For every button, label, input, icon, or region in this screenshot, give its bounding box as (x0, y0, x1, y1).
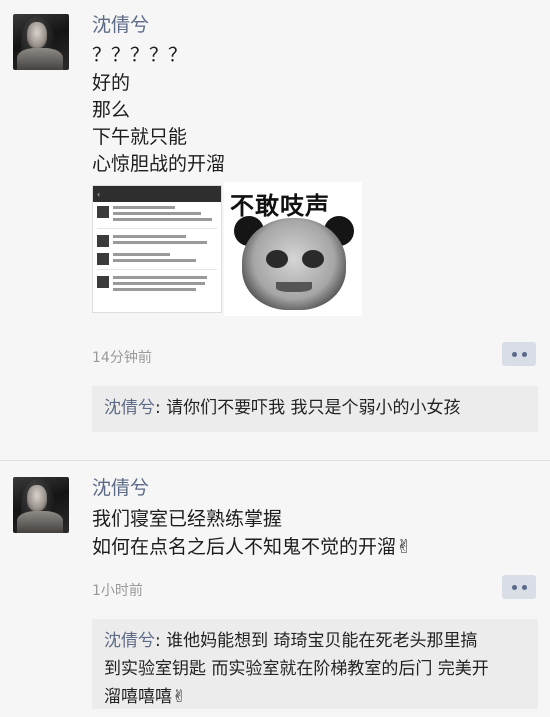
more-dots-icon[interactable] (502, 575, 536, 599)
comment-author[interactable]: 沈倩兮 (104, 398, 155, 418)
post-text-line: 下午就只能 (92, 126, 188, 148)
post-text-line: 好的 (92, 72, 131, 94)
moment-post: 沈倩兮 我们寝室已经熟练掌握 如何在点名之后人不知鬼不觉的开溜✌ 1小时前 沈倩… (0, 460, 550, 717)
post-image-screenshot[interactable]: ‹ (92, 185, 222, 313)
post-timestamp: 1小时前 (92, 583, 143, 599)
comment-author[interactable]: 沈倩兮 (104, 631, 155, 651)
comment-text: 谁他妈能想到 琦琦宝贝能在死老头那里搞 (166, 631, 478, 651)
post-text-line: 心惊胆战的开溜 (92, 153, 226, 175)
post-author-name[interactable]: 沈倩兮 (92, 473, 149, 500)
more-dots-icon[interactable] (502, 342, 536, 366)
comment-text: 到实验室钥匙 而实验室就在阶梯教室的后门 完美开 (104, 659, 489, 679)
post-author-name[interactable]: 沈倩兮 (92, 10, 149, 37)
comment-separator: : (155, 398, 167, 418)
post-image-panda-meme[interactable]: 不敢吱声 (224, 182, 362, 316)
comment-text: 请你们不要吓我 我只是个弱小的小女孩 (166, 398, 461, 418)
comment[interactable]: 沈倩兮: 请你们不要吓我 我只是个弱小的小女孩 (92, 386, 538, 432)
comment-text: 溜嘻嘻嘻✌ (104, 687, 187, 707)
post-text-line: ？？？？？ (92, 44, 188, 66)
post-timestamp: 14分钟前 (92, 350, 152, 366)
comment-separator: : (155, 631, 167, 651)
post-text-line: 我们寝室已经熟练掌握 (92, 508, 283, 530)
post-text-line: 那么 (92, 99, 131, 121)
avatar[interactable] (13, 477, 69, 533)
avatar[interactable] (13, 14, 69, 70)
comment[interactable]: 沈倩兮: 谁他妈能想到 琦琦宝贝能在死老头那里搞 到实验室钥匙 而实验室就在阶梯… (92, 619, 538, 709)
moment-post: 沈倩兮 ？？？？？ 好的 那么 下午就只能 心惊胆战的开溜 ‹ 不敢吱声 14分… (0, 0, 550, 455)
post-text-line: 如何在点名之后人不知鬼不觉的开溜✌ (92, 536, 412, 558)
